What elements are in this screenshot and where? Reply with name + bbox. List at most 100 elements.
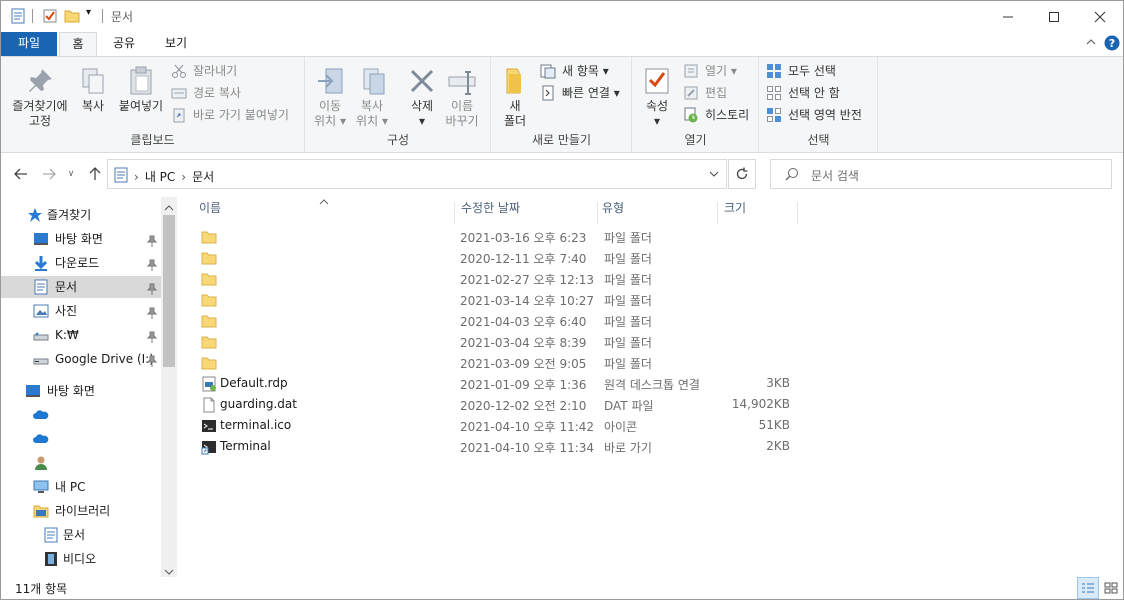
delete-button[interactable]: 삭제 ▾ — [402, 65, 442, 129]
search-box[interactable]: 문서 검색 — [770, 159, 1112, 189]
column-header-name[interactable]: 이름 — [199, 202, 455, 224]
recent-locations-chevron-icon[interactable]: ∨ — [60, 164, 82, 184]
close-button[interactable] — [1077, 1, 1123, 32]
copy-path-button[interactable]: 경로 복사 — [171, 83, 241, 103]
nav-this-pc[interactable]: 내 PC — [33, 476, 85, 498]
file-row[interactable]: guarding.dat 2020-12-02 오전 2:10 DAT 파일 14,9… — [197, 394, 977, 415]
nav-item-documents[interactable]: 문서 — [1, 276, 161, 298]
select-group-label: 선택 — [807, 133, 830, 147]
nav-item-k-drive[interactable]: K:₩ — [33, 324, 161, 346]
breadcrumb-this-pc[interactable]: 내 PC — [145, 168, 175, 185]
breadcrumb-chevron-icon[interactable]: › — [134, 170, 139, 184]
easy-access-button[interactable]: 빠른 연결 ▾ — [540, 83, 620, 103]
file-row[interactable]: 2021-03-09 오전 9:05 파일 폴더 — [197, 352, 977, 373]
new-folder-qat-icon[interactable] — [64, 8, 80, 27]
file-type: 파일 폴더 — [604, 315, 652, 329]
address-dropdown-chevron-icon[interactable] — [708, 168, 720, 183]
file-row[interactable]: terminal.ico 2021-04-10 오후 11:42 아이콘 51KB — [197, 415, 977, 436]
file-size: 51KB — [758, 418, 790, 432]
organize-group-label: 구성 — [386, 133, 410, 147]
collapse-ribbon-chevron-icon[interactable] — [1085, 36, 1097, 51]
download-arrow-icon — [33, 255, 49, 271]
back-button[interactable] — [10, 164, 32, 184]
large-icons-view-button[interactable] — [1100, 577, 1122, 599]
file-date: 2020-12-11 오후 7:40 — [460, 252, 587, 266]
file-row[interactable]: 2021-03-14 오후 10:27 파일 폴더 — [197, 289, 977, 310]
tab-view[interactable]: 보기 — [155, 32, 197, 56]
file-row[interactable]: 2020-12-11 오후 7:40 파일 폴더 — [197, 247, 977, 268]
rename-button[interactable]: 이름 바꾸기 — [442, 65, 482, 129]
properties-check-icon[interactable] — [42, 8, 58, 27]
star-icon — [27, 207, 43, 223]
cut-button[interactable]: 잘라내기 — [171, 61, 237, 81]
scissors-icon — [171, 63, 187, 79]
nav-desktop[interactable]: 바탕 화면 — [25, 380, 95, 402]
document-properties-icon[interactable] — [10, 8, 26, 27]
properties-button[interactable]: 속성 ▾ — [639, 65, 675, 129]
nav-onedrive-2[interactable] — [33, 428, 53, 450]
pin-icon — [146, 256, 158, 278]
minimize-button[interactable] — [985, 1, 1031, 32]
nav-quick-access[interactable]: 즐겨찾기 — [27, 204, 91, 226]
file-date: 2020-12-02 오전 2:10 — [460, 399, 587, 413]
nav-item-google-drive[interactable]: Google Drive (I:) — [33, 348, 161, 370]
file-row[interactable]: 2021-02-27 오후 12:13 파일 폴더 — [197, 268, 977, 289]
copy-path-icon — [171, 85, 187, 101]
nav-scroll-thumb[interactable] — [163, 215, 175, 367]
column-header-type[interactable]: 유형 — [602, 202, 718, 224]
qat-customize-chevron-icon[interactable]: ▾ — [86, 7, 91, 18]
maximize-button[interactable] — [1031, 1, 1077, 32]
open-button[interactable]: 열기 ▾ — [683, 61, 737, 81]
breadcrumb-chevron-icon[interactable]: › — [181, 170, 186, 184]
address-bar[interactable]: › 내 PC › 문서 — [107, 159, 727, 189]
file-row[interactable]: 2021-03-04 오후 8:39 파일 폴더 — [197, 331, 977, 352]
tab-share[interactable]: 공유 — [103, 32, 145, 56]
select-none-button[interactable]: 선택 안 함 — [766, 83, 840, 103]
nav-onedrive-1[interactable] — [33, 404, 53, 426]
ribbon-tabs: 파일 홈 공유 보기 ? — [1, 32, 1123, 57]
select-group: 모두 선택 선택 안 함 선택 영역 반전 선택 — [760, 57, 878, 152]
file-row[interactable]: 2021-04-03 오후 6:40 파일 폴더 — [197, 310, 977, 331]
up-button[interactable] — [84, 164, 106, 184]
invert-selection-button[interactable]: 선택 영역 반전 — [766, 105, 862, 125]
refresh-button[interactable] — [728, 159, 756, 189]
copy-to-button[interactable]: 복사 위치 ▾ — [352, 65, 392, 129]
file-date: 2021-03-04 오후 8:39 — [460, 336, 587, 350]
help-icon[interactable]: ? — [1104, 35, 1120, 54]
nav-scrollbar[interactable] — [161, 197, 177, 579]
forward-button[interactable] — [38, 164, 60, 184]
paste-shortcut-button[interactable]: 바로 가기 붙여넣기 — [171, 105, 289, 125]
explorer-window: ▾ 문서 파일 홈 공유 보기 ? 즐겨찾기에 고정 복사 붙여넣기 잘라내기 … — [0, 0, 1124, 600]
nav-library-videos[interactable]: 비디오 — [43, 548, 96, 570]
paste-button[interactable]: 붙여넣기 — [113, 65, 169, 114]
file-size: 14,902KB — [731, 397, 790, 411]
file-date: 2021-01-09 오후 1:36 — [460, 378, 587, 392]
column-header-size[interactable]: 크기 — [724, 202, 798, 224]
nav-user-folder[interactable] — [33, 452, 53, 474]
file-row[interactable]: Default.rdp 2021-01-09 오후 1:36 원격 데스크톱 연결 3… — [197, 373, 977, 394]
nav-item-pictures[interactable]: 사진 — [33, 300, 161, 322]
address-row: ∨ › 내 PC › 문서 문서 검색 — [1, 154, 1123, 194]
nav-item-downloads[interactable]: 다운로드 — [33, 252, 161, 274]
file-row[interactable]: 2021-03-16 오후 6:23 파일 폴더 — [197, 226, 977, 247]
column-header-modified[interactable]: 수정한 날짜 — [461, 202, 598, 224]
new-folder-button[interactable]: 새 폴더 — [496, 65, 534, 129]
file-size: 3KB — [766, 376, 790, 390]
history-button[interactable]: 히스토리 — [683, 105, 749, 125]
tab-home[interactable]: 홈 — [59, 32, 97, 57]
nav-libraries[interactable]: 라이브러리 — [33, 500, 110, 522]
select-all-button[interactable]: 모두 선택 — [766, 61, 836, 81]
breadcrumb-documents[interactable]: 문서 — [192, 168, 214, 185]
move-to-button[interactable]: 이동 위치 ▾ — [310, 65, 350, 129]
new-item-button[interactable]: 새 항목 ▾ — [540, 61, 609, 81]
pin-to-quick-access-button[interactable]: 즐겨찾기에 고정 — [5, 65, 75, 129]
nav-library-documents[interactable]: 문서 — [43, 524, 85, 546]
copy-button[interactable]: 복사 — [75, 65, 111, 114]
file-row[interactable]: Terminal 2021-04-10 오후 11:34 바로 가기 2KB — [197, 436, 977, 457]
details-view-button[interactable] — [1077, 577, 1099, 599]
tab-file[interactable]: 파일 — [1, 32, 57, 56]
file-type: 바로 가기 — [604, 441, 652, 455]
nav-item-desktop[interactable]: 바탕 화면 — [33, 228, 161, 250]
edit-button[interactable]: 편집 — [683, 83, 727, 103]
scroll-up-chevron-icon[interactable] — [164, 201, 174, 215]
